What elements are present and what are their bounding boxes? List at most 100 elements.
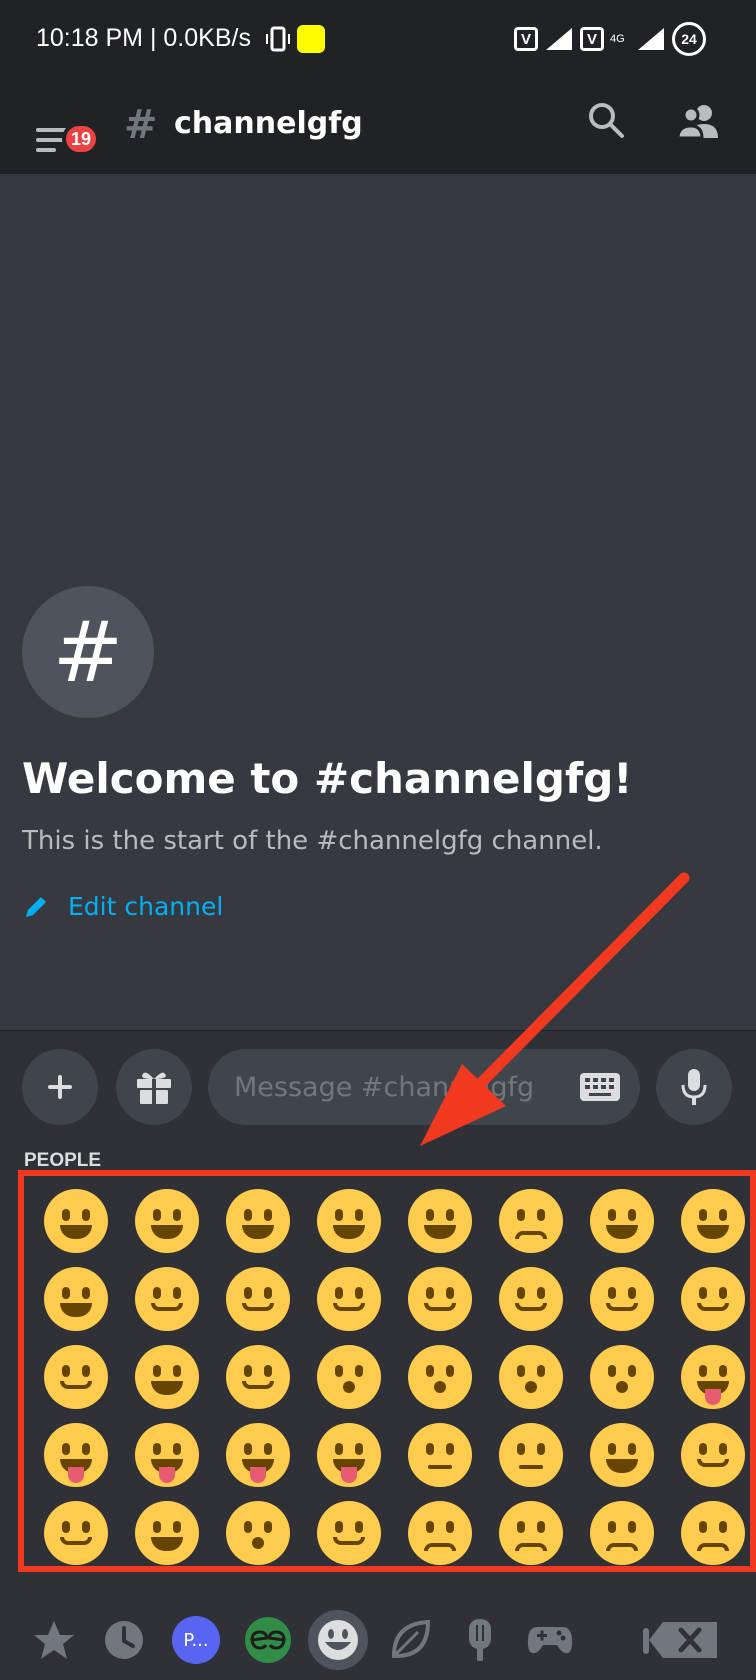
- emoji-rofl[interactable]: [30, 1260, 121, 1338]
- volte-icon-2: V: [580, 27, 604, 51]
- unamused-face-icon: [407, 1501, 472, 1565]
- tongue-face-icon: [43, 1423, 108, 1487]
- tab-activities[interactable]: [520, 1610, 580, 1670]
- emoji-pensive[interactable]: [576, 1494, 667, 1566]
- tab-server-gfg[interactable]: [238, 1610, 298, 1670]
- emoji-monocle[interactable]: [485, 1416, 576, 1494]
- emoji-worried[interactable]: [667, 1494, 750, 1566]
- emoji-grin[interactable]: [303, 1182, 394, 1260]
- emoji-upside-down[interactable]: [576, 1260, 667, 1338]
- tab-nature[interactable]: [380, 1610, 440, 1670]
- emoji-partying[interactable]: [212, 1494, 303, 1566]
- message-composer: [0, 1030, 756, 1148]
- emoji-smirk[interactable]: [303, 1494, 394, 1566]
- message-input[interactable]: [208, 1049, 640, 1125]
- tab-food[interactable]: [450, 1610, 510, 1670]
- emoji-smiling-tear[interactable]: [121, 1260, 212, 1338]
- tab-server-p[interactable]: P...: [166, 1610, 226, 1670]
- snapchat-icon: [297, 25, 325, 53]
- voice-message-button[interactable]: [656, 1049, 732, 1125]
- slight-smile-face-icon: [498, 1267, 563, 1331]
- emoji-picker: PEOPLE: [0, 1148, 756, 1680]
- notification-badge: 19: [62, 122, 100, 156]
- sweat-smile-face-icon: [589, 1189, 654, 1253]
- emoji-blush[interactable]: [212, 1260, 303, 1338]
- welcome-title: Welcome to #channelgfg!: [22, 754, 633, 803]
- edit-channel-label: Edit channel: [68, 892, 224, 921]
- kissing-heart-face-icon: [316, 1345, 381, 1409]
- status-icons: V V 4G 24: [514, 22, 706, 56]
- emoji-star-struck[interactable]: [121, 1494, 212, 1566]
- signal-icon-2: [638, 28, 664, 50]
- grinning-face-icon: [43, 1189, 108, 1253]
- emoji-heart-eyes[interactable]: [121, 1338, 212, 1416]
- heart-eyes-face-icon: [134, 1345, 199, 1409]
- emoji-slight-smile[interactable]: [485, 1260, 576, 1338]
- add-attachment-button[interactable]: [22, 1049, 98, 1125]
- emoji-raised-eyebrow[interactable]: [394, 1416, 485, 1494]
- search-icon[interactable]: [586, 100, 626, 140]
- gift-icon: [137, 1072, 171, 1104]
- emoji-disguised[interactable]: [30, 1494, 121, 1566]
- emoji-grinning[interactable]: [30, 1182, 121, 1260]
- keyboard-icon[interactable]: [580, 1073, 620, 1101]
- emoji-smile[interactable]: [212, 1182, 303, 1260]
- emoji-laughing[interactable]: [394, 1182, 485, 1260]
- emoji-winking-tongue[interactable]: [212, 1416, 303, 1494]
- smiley-face-icon: [134, 1189, 199, 1253]
- smile-face-icon: [225, 1189, 290, 1253]
- emoji-kissing[interactable]: [394, 1338, 485, 1416]
- kissing-smiling-eyes-face-icon: [498, 1345, 563, 1409]
- emoji-nerd[interactable]: [576, 1416, 667, 1494]
- emoji-kissing-closed-eyes[interactable]: [576, 1338, 667, 1416]
- star-struck-face-icon: [134, 1501, 199, 1565]
- tab-favorites[interactable]: [24, 1610, 84, 1670]
- backspace-button[interactable]: [636, 1610, 728, 1670]
- emoji-sunglasses[interactable]: [667, 1416, 750, 1494]
- emoji-yum[interactable]: [667, 1338, 750, 1416]
- squinting-tongue-face-icon: [134, 1423, 199, 1487]
- emoji-unamused[interactable]: [394, 1494, 485, 1566]
- disguised-face-icon: [43, 1501, 108, 1565]
- tab-recent[interactable]: [94, 1610, 154, 1670]
- emoji-pleading[interactable]: [485, 1182, 576, 1260]
- emoji-disappointed[interactable]: [485, 1494, 576, 1566]
- tab-people[interactable]: [308, 1610, 368, 1670]
- emoji-highlight-box: [18, 1170, 756, 1572]
- emoji-wink[interactable]: [667, 1260, 750, 1338]
- gfg-server-icon: [245, 1617, 291, 1663]
- network-type: 4G: [610, 32, 625, 45]
- edit-channel-link[interactable]: Edit channel: [22, 892, 223, 921]
- raised-eyebrow-face-icon: [407, 1423, 472, 1487]
- emoji-joy[interactable]: [667, 1182, 750, 1260]
- gift-button[interactable]: [116, 1049, 192, 1125]
- members-icon[interactable]: [676, 102, 720, 142]
- volte-icon: V: [514, 27, 538, 51]
- emoji-relaxed[interactable]: [303, 1260, 394, 1338]
- signal-icon: [546, 28, 572, 50]
- battery-icon: 24: [672, 22, 706, 56]
- kissing-closed-eyes-face-icon: [589, 1345, 654, 1409]
- emoji-squinting-tongue[interactable]: [121, 1416, 212, 1494]
- smiling-tear-face-icon: [134, 1267, 199, 1331]
- kissing-face-icon: [407, 1345, 472, 1409]
- emoji-smiling-hearts[interactable]: [212, 1338, 303, 1416]
- channels-menu-button[interactable]: 19: [34, 108, 100, 162]
- emoji-innocent[interactable]: [394, 1260, 485, 1338]
- relieved-face-icon: [43, 1345, 108, 1409]
- pencil-icon: [26, 896, 46, 917]
- vibrate-icon: [266, 26, 290, 52]
- grin-face-icon: [316, 1189, 381, 1253]
- emoji-kissing-heart[interactable]: [303, 1338, 394, 1416]
- emoji-kissing-smiling-eyes[interactable]: [485, 1338, 576, 1416]
- battery-level: 24: [681, 31, 697, 47]
- emoji-tongue[interactable]: [30, 1416, 121, 1494]
- partying-face-icon: [225, 1501, 290, 1565]
- emoji-sweat-smile[interactable]: [576, 1182, 667, 1260]
- clock-icon: [105, 1621, 143, 1659]
- emoji-zany[interactable]: [303, 1416, 394, 1494]
- emoji-category-label: PEOPLE: [24, 1150, 102, 1171]
- smiling-hearts-face-icon: [225, 1345, 290, 1409]
- emoji-smiley[interactable]: [121, 1182, 212, 1260]
- emoji-relieved[interactable]: [30, 1338, 121, 1416]
